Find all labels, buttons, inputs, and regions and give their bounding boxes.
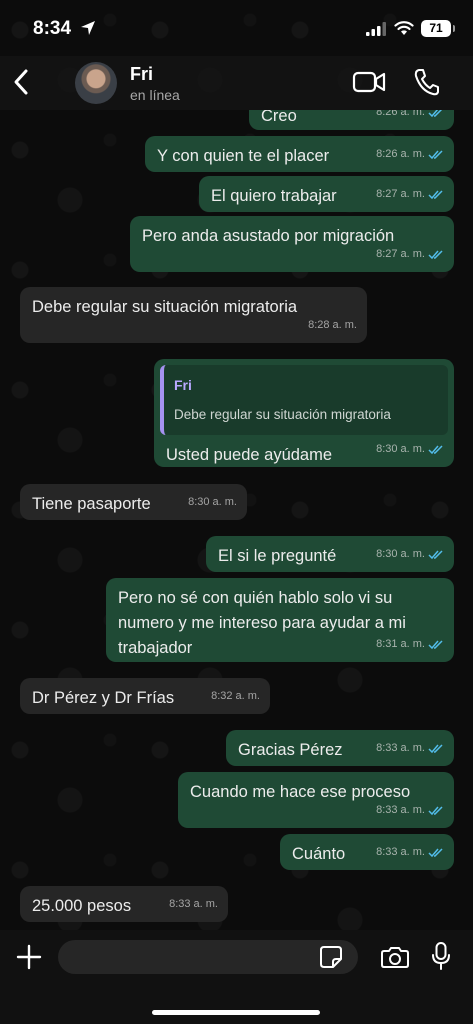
message-text: Cuánto xyxy=(292,845,346,863)
message-text: Pero no sé con quién hablo solo vi su nu… xyxy=(118,589,406,657)
message-bubble-incoming[interactable]: 25.000 pesos 8:33 a. m. xyxy=(20,886,228,922)
message-bubble-outgoing[interactable]: Y con quien te el placer 8:26 a. m. xyxy=(145,136,454,172)
double-check-icon xyxy=(428,149,443,159)
status-time: 8:34 xyxy=(33,18,72,39)
message-time: 8:33 a. m. xyxy=(169,898,218,910)
sticker-icon[interactable] xyxy=(320,946,342,968)
message-list[interactable]: Creo 8:26 a. m. Y con quien te el placer… xyxy=(0,110,473,930)
message-text: Y con quien te el placer xyxy=(157,147,330,165)
message-time: 8:30 a. m. xyxy=(376,548,425,560)
message-bubble-outgoing[interactable]: Cuánto 8:33 a. m. xyxy=(280,834,454,870)
double-check-icon xyxy=(428,847,443,857)
message-text: 25.000 pesos xyxy=(32,897,132,915)
message-text: Dr Pérez y Dr Frías xyxy=(32,689,175,707)
double-check-icon xyxy=(428,743,443,753)
double-check-icon xyxy=(428,444,443,454)
message-bubble-incoming[interactable]: Debe regular su situación migratoria 8:2… xyxy=(20,287,367,343)
battery-indicator: 71 xyxy=(421,20,455,37)
status-bar: 8:34 71 xyxy=(0,0,473,56)
phone-call-icon[interactable] xyxy=(413,68,439,96)
chat-header: Fri en línea xyxy=(0,56,473,110)
message-time: 8:30 a. m. xyxy=(188,496,237,508)
message-text: Creo xyxy=(261,110,297,125)
message-time: 8:27 a. m. xyxy=(376,188,425,200)
message-time: 8:27 a. m. xyxy=(376,248,425,260)
message-bubble-outgoing[interactable]: Cuando me hace ese proceso 8:33 a. m. xyxy=(178,772,454,828)
camera-icon[interactable] xyxy=(381,945,409,969)
quoted-message[interactable]: Fri Debe regular su situación migratoria xyxy=(160,365,448,435)
double-check-icon xyxy=(428,549,443,559)
message-time: 8:30 a. m. xyxy=(376,443,425,455)
message-time: 8:28 a. m. xyxy=(308,319,357,331)
message-bubble-outgoing[interactable]: Pero anda asustado por migración 8:27 a.… xyxy=(130,216,454,272)
double-check-icon xyxy=(428,805,443,815)
double-check-icon xyxy=(428,189,443,199)
back-chevron-icon[interactable] xyxy=(8,64,34,100)
message-bubble-outgoing[interactable]: Creo 8:26 a. m. xyxy=(249,110,454,130)
message-time: 8:26 a. m. xyxy=(376,110,425,118)
home-indicator xyxy=(152,1010,320,1015)
message-bubble-outgoing[interactable]: Gracias Pérez 8:33 a. m. xyxy=(226,730,454,766)
message-time: 8:33 a. m. xyxy=(376,804,425,816)
message-bubble-incoming[interactable]: Dr Pérez y Dr Frías 8:32 a. m. xyxy=(20,678,270,714)
message-bubble-outgoing[interactable]: El quiero trabajar 8:27 a. m. xyxy=(199,176,454,212)
cellular-signal-icon xyxy=(366,22,386,36)
message-bubble-outgoing[interactable]: El si le pregunté 8:30 a. m. xyxy=(206,536,454,572)
message-text: El quiero trabajar xyxy=(211,187,337,205)
quoted-text: Debe regular su situación migratoria xyxy=(174,407,391,422)
message-text: Gracias Pérez xyxy=(238,741,343,759)
message-text: El si le pregunté xyxy=(218,547,337,565)
double-check-icon xyxy=(428,249,443,259)
video-call-icon[interactable] xyxy=(352,70,386,94)
message-time: 8:32 a. m. xyxy=(211,690,260,702)
message-bubble-incoming[interactable]: Tiene pasaporte 8:30 a. m. xyxy=(20,484,247,520)
location-arrow-icon xyxy=(81,21,95,35)
double-check-icon xyxy=(428,639,443,649)
contact-name[interactable]: Fri xyxy=(130,64,153,85)
message-time: 8:33 a. m. xyxy=(376,742,425,754)
message-time: 8:26 a. m. xyxy=(376,148,425,160)
message-time: 8:31 a. m. xyxy=(376,638,425,650)
wifi-icon xyxy=(394,21,414,35)
contact-avatar[interactable] xyxy=(75,62,117,104)
contact-status: en línea xyxy=(130,87,180,103)
quoted-sender: Fri xyxy=(174,377,192,393)
message-bubble-outgoing[interactable]: Pero no sé con quién hablo solo vi su nu… xyxy=(106,578,454,662)
message-text: Tiene pasaporte xyxy=(32,495,151,513)
message-text: Pero anda asustado por migración xyxy=(142,227,395,245)
message-text: Debe regular su situación migratoria xyxy=(32,298,298,316)
plus-icon[interactable] xyxy=(16,944,42,970)
composer-bar xyxy=(0,930,473,1024)
double-check-icon xyxy=(428,110,442,117)
microphone-icon[interactable] xyxy=(432,942,450,970)
message-time: 8:33 a. m. xyxy=(376,846,425,858)
message-bubble-outgoing-reply[interactable]: Fri Debe regular su situación migratoria… xyxy=(154,359,454,467)
message-input[interactable] xyxy=(58,940,358,974)
message-text: Usted puede ayúdame xyxy=(166,446,333,464)
